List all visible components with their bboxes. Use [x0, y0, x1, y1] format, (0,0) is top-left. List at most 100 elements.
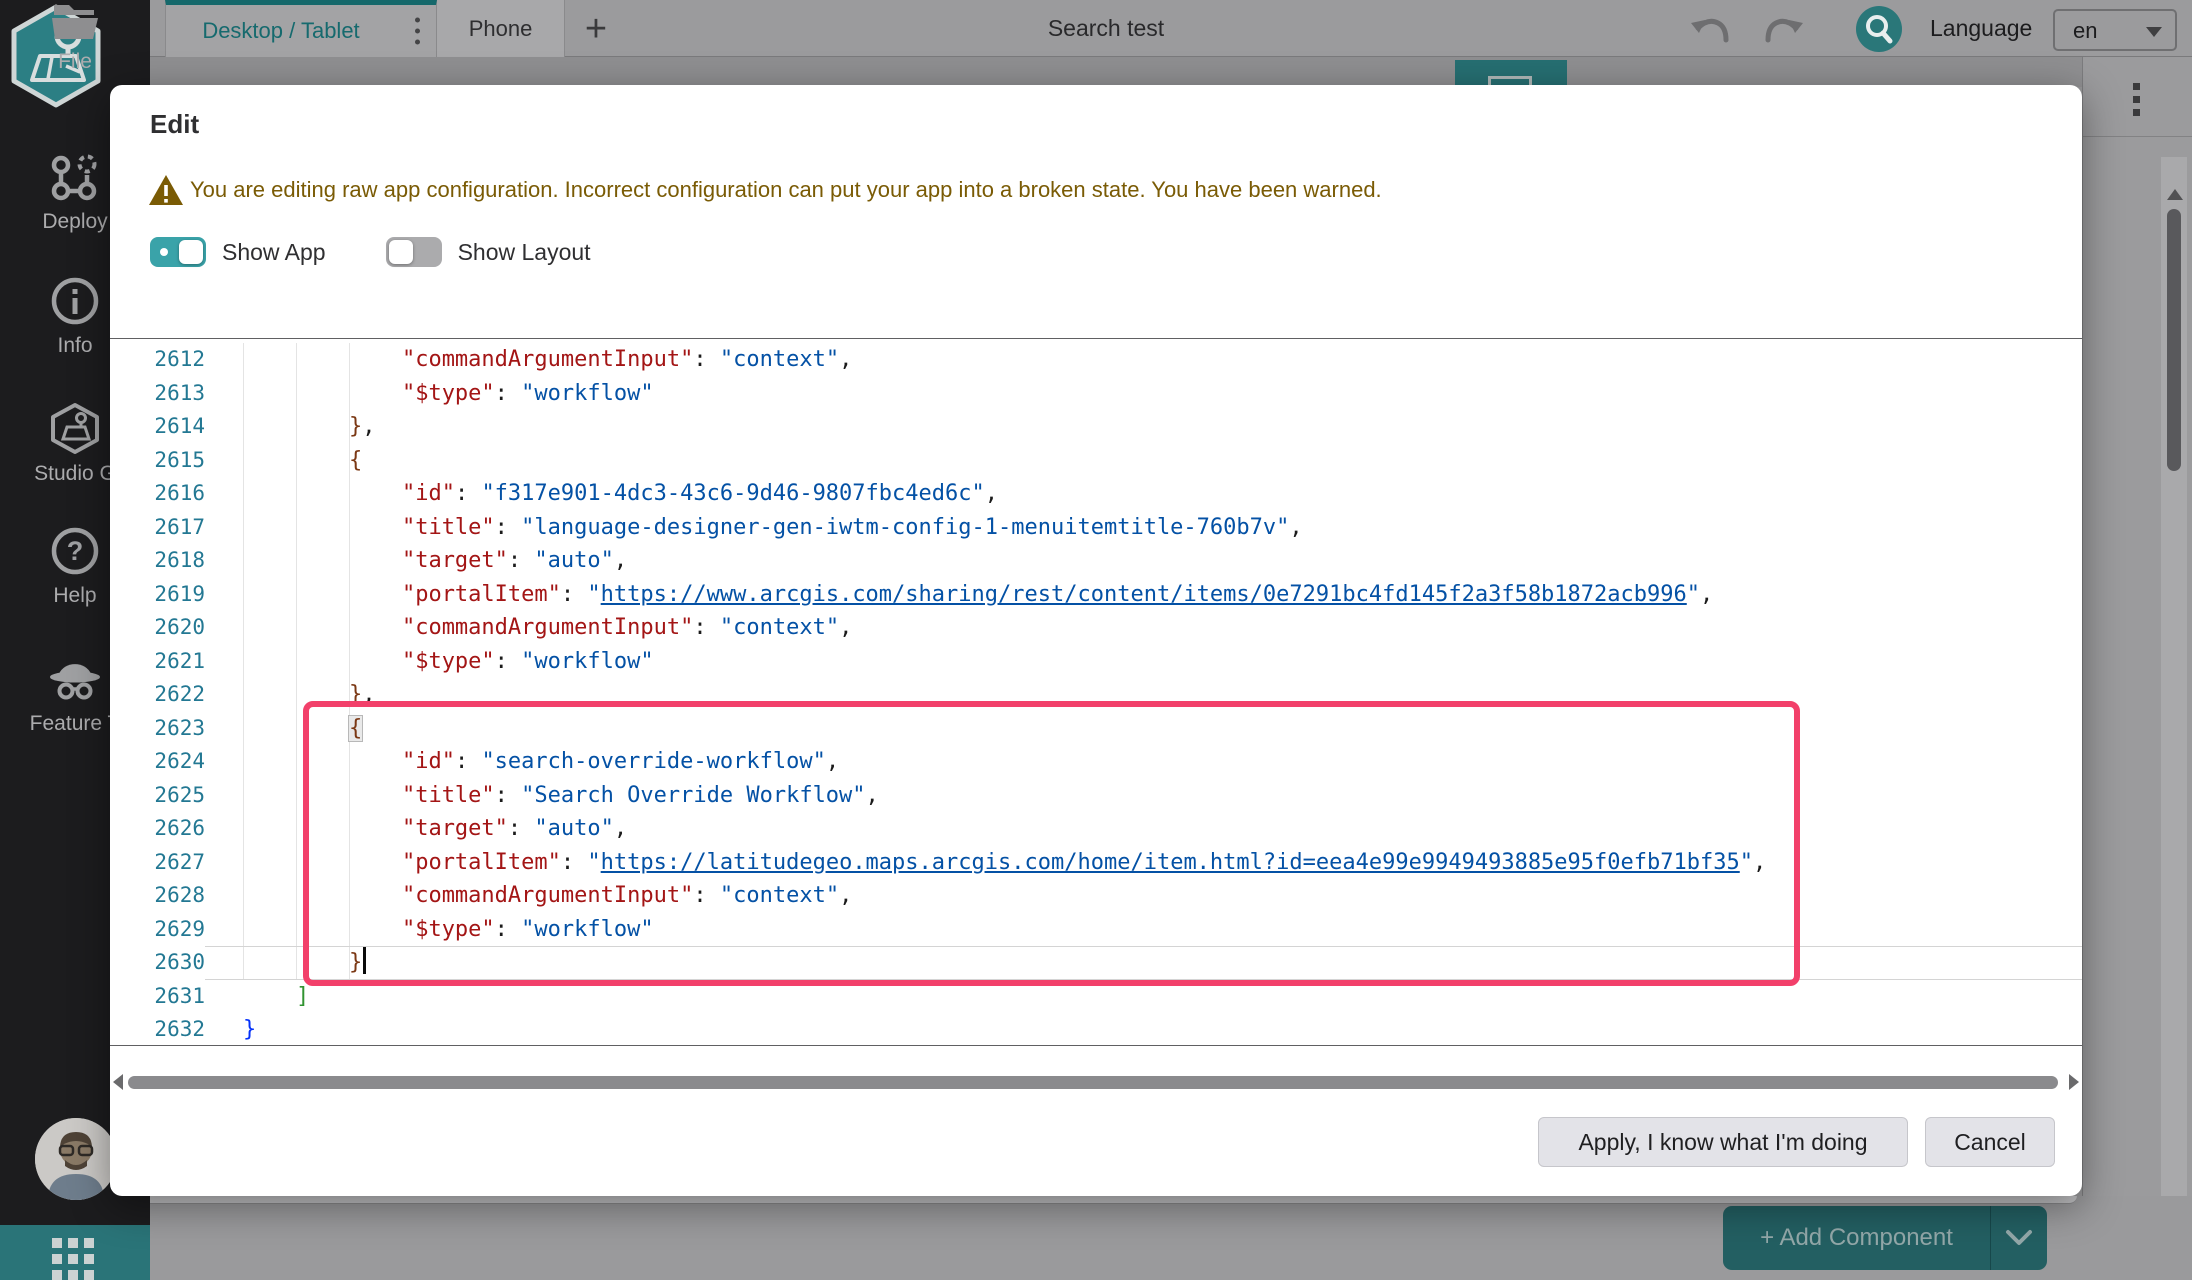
- tab-options-kebab-icon[interactable]: [415, 18, 420, 45]
- canvas-bottom-edge: [150, 1196, 2077, 1204]
- code-line[interactable]: 2628 "commandArgumentInput": "context",: [110, 879, 2082, 913]
- add-component-dropdown[interactable]: [1991, 1229, 2047, 1247]
- line-number: 2626: [110, 812, 205, 846]
- code-line[interactable]: 2630 }: [110, 946, 2082, 980]
- app-root: Desktop / Tablet Phone + Search test Lan…: [0, 0, 2192, 1280]
- code-text[interactable]: "portalItem": "https://latitudegeo.maps.…: [205, 846, 2082, 880]
- code-text[interactable]: "target": "auto",: [205, 544, 2082, 578]
- code-line[interactable]: 2632}: [110, 1013, 2082, 1047]
- code-text[interactable]: "target": "auto",: [205, 812, 2082, 846]
- redo-icon[interactable]: [1764, 16, 1804, 46]
- folder-icon: [50, 0, 100, 42]
- sidebar-item-label: File: [58, 50, 92, 74]
- code-line[interactable]: 2620 "commandArgumentInput": "context",: [110, 611, 2082, 645]
- feature-spy-icon: [47, 652, 103, 704]
- code-text[interactable]: "title": "Search Override Workflow",: [205, 779, 2082, 813]
- app-grid-icon[interactable]: [52, 1238, 94, 1280]
- undo-icon[interactable]: [1690, 16, 1730, 46]
- code-line[interactable]: 2621 "$type": "workflow": [110, 645, 2082, 679]
- line-number: 2620: [110, 611, 205, 645]
- show-layout-toggle[interactable]: [386, 237, 442, 267]
- sidebar-item-file[interactable]: File: [0, 0, 150, 74]
- tab-phone-label: Phone: [469, 16, 533, 42]
- line-number: 2622: [110, 678, 205, 712]
- code-line[interactable]: 2613 "$type": "workflow": [110, 377, 2082, 411]
- toggles-row: Show App Show Layout: [150, 237, 591, 267]
- search-button[interactable]: [1856, 6, 1902, 52]
- line-number: 2632: [110, 1013, 205, 1047]
- code-text[interactable]: }: [205, 946, 2082, 980]
- code-line[interactable]: 2615 {: [110, 444, 2082, 478]
- code-text[interactable]: "title": "language-designer-gen-iwtm-con…: [205, 511, 2082, 545]
- code-text[interactable]: "$type": "workflow": [205, 377, 2082, 411]
- apply-button[interactable]: Apply, I know what I'm doing: [1538, 1117, 1908, 1167]
- show-app-label: Show App: [222, 239, 326, 266]
- code-line[interactable]: 2629 "$type": "workflow": [110, 913, 2082, 947]
- code-line[interactable]: 2612 "commandArgumentInput": "context",: [110, 343, 2082, 377]
- horizontal-scrollbar[interactable]: [110, 1073, 2082, 1093]
- code-text[interactable]: ]: [205, 980, 2082, 1014]
- tab-desktop-tablet[interactable]: Desktop / Tablet: [165, 0, 437, 57]
- code-line[interactable]: 2625 "title": "Search Override Workflow"…: [110, 779, 2082, 813]
- code-text[interactable]: "id": "search-override-workflow",: [205, 745, 2082, 779]
- code-line[interactable]: 2619 "portalItem": "https://www.arcgis.c…: [110, 578, 2082, 612]
- code-line[interactable]: 2622 },: [110, 678, 2082, 712]
- code-line[interactable]: 2624 "id": "search-override-workflow",: [110, 745, 2082, 779]
- vertical-scrollbar-thumb[interactable]: [2167, 209, 2181, 471]
- code-text[interactable]: "commandArgumentInput": "context",: [205, 611, 2082, 645]
- user-avatar[interactable]: [35, 1118, 117, 1200]
- show-app-toggle[interactable]: [150, 237, 206, 267]
- code-line[interactable]: 2626 "target": "auto",: [110, 812, 2082, 846]
- add-component-button[interactable]: + Add Component: [1723, 1206, 2047, 1270]
- code-line[interactable]: 2631 ]: [110, 980, 2082, 1014]
- scroll-right-arrow-icon[interactable]: [2069, 1074, 2079, 1090]
- show-layout-label: Show Layout: [458, 239, 591, 266]
- language-select[interactable]: en: [2053, 9, 2177, 51]
- dialog-title: Edit: [150, 109, 199, 140]
- code-text[interactable]: "commandArgumentInput": "context",: [205, 879, 2082, 913]
- search-icon: [1856, 6, 1902, 52]
- line-number: 2630: [110, 946, 205, 980]
- svg-text:?: ?: [67, 536, 84, 566]
- code-text[interactable]: "portalItem": "https://www.arcgis.com/sh…: [205, 578, 2082, 612]
- language-value: en: [2073, 18, 2097, 44]
- code-line[interactable]: 2623 {: [110, 712, 2082, 746]
- code-text[interactable]: "commandArgumentInput": "context",: [205, 343, 2082, 377]
- code-text[interactable]: }: [205, 1013, 2082, 1047]
- line-number: 2624: [110, 745, 205, 779]
- code-text[interactable]: {: [205, 444, 2082, 478]
- code-line[interactable]: 2616 "id": "f317e901-4dc3-43c6-9d46-9807…: [110, 477, 2082, 511]
- line-number: 2628: [110, 879, 205, 913]
- horizontal-scrollbar-thumb[interactable]: [128, 1076, 2058, 1089]
- line-number: 2627: [110, 846, 205, 880]
- panel-kebab-icon[interactable]: [2133, 83, 2140, 116]
- deploy-nodes-icon: [49, 152, 101, 202]
- code-line[interactable]: 2618 "target": "auto",: [110, 544, 2082, 578]
- json-code-editor[interactable]: 2612 "commandArgumentInput": "context",2…: [110, 338, 2082, 1046]
- sidebar-item-label: Studio G: [34, 462, 116, 486]
- right-side-panel: [2082, 57, 2192, 1280]
- language-label: Language: [1930, 15, 2032, 42]
- add-layout-button[interactable]: +: [576, 4, 616, 54]
- code-text[interactable]: "$type": "workflow": [205, 913, 2082, 947]
- tab-phone[interactable]: Phone: [437, 0, 565, 57]
- code-text[interactable]: },: [205, 678, 2082, 712]
- scroll-left-arrow-icon[interactable]: [113, 1074, 123, 1090]
- line-number: 2619: [110, 578, 205, 612]
- code-text[interactable]: "$type": "workflow": [205, 645, 2082, 679]
- tab-desktop-tablet-label: Desktop / Tablet: [202, 18, 399, 44]
- text-cursor: [363, 947, 366, 974]
- sidebar-item-label: Help: [53, 584, 96, 608]
- line-number: 2621: [110, 645, 205, 679]
- code-line[interactable]: 2617 "title": "language-designer-gen-iwt…: [110, 511, 2082, 545]
- studio-hexagon-icon: [49, 402, 101, 454]
- code-text[interactable]: },: [205, 410, 2082, 444]
- avatar-photo: [35, 1118, 117, 1200]
- code-text[interactable]: "id": "f317e901-4dc3-43c6-9d46-9807fbc4e…: [205, 477, 2082, 511]
- code-text[interactable]: {: [205, 712, 2082, 746]
- code-line[interactable]: 2627 "portalItem": "https://latitudegeo.…: [110, 846, 2082, 880]
- line-number: 2629: [110, 913, 205, 947]
- code-line[interactable]: 2614 },: [110, 410, 2082, 444]
- scroll-up-arrow-icon[interactable]: [2167, 189, 2183, 200]
- cancel-button[interactable]: Cancel: [1925, 1117, 2055, 1167]
